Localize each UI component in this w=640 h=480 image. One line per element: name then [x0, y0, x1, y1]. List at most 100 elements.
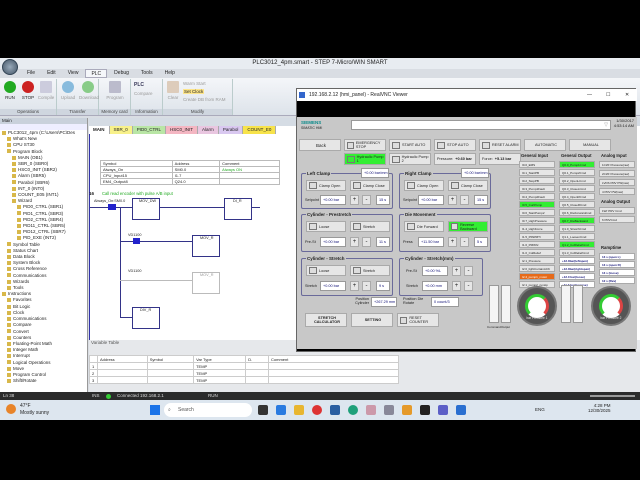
stretch-mm-value[interactable]: +0.00 %L	[422, 266, 448, 276]
left_clamp-time[interactable]: 15 s	[376, 195, 390, 205]
left_clamp-button-a[interactable]: Clamp Open	[306, 180, 346, 191]
mov-dw-box[interactable]: MOV_DW	[132, 198, 160, 220]
plus-button[interactable]: +	[448, 195, 457, 205]
run-button[interactable]: RUN	[1, 81, 19, 100]
stretch-button-b[interactable]: Stretch	[350, 265, 390, 276]
minus-button[interactable]: -	[464, 281, 473, 291]
bar-setpoint-field[interactable]: +12.0bar(rightopen)	[559, 265, 595, 272]
menu-debug[interactable]: Debug	[109, 69, 134, 78]
menu-plc[interactable]: PLC	[85, 69, 108, 78]
store-icon[interactable]	[330, 405, 340, 415]
plus-button[interactable]: +	[350, 281, 359, 291]
task-view-icon[interactable]	[258, 405, 268, 415]
contact-vd1100[interactable]	[133, 238, 140, 244]
app-icon[interactable]	[384, 405, 394, 415]
language-indicator[interactable]: ENG	[535, 407, 545, 412]
edge-icon[interactable]	[348, 405, 358, 415]
right_clamp-button-b[interactable]: Clamp Close	[448, 180, 488, 191]
warm-start-button[interactable]: Warm Start	[183, 81, 206, 86]
right_clamp-value[interactable]: +0.00 bar	[418, 195, 444, 205]
prestretch-time[interactable]: 11 s	[376, 237, 390, 247]
clock[interactable]: 4:28 PM 12/30/2025	[588, 403, 611, 413]
tab-main[interactable]: MAIN	[89, 126, 110, 134]
die-button-a[interactable]: Die Forward	[404, 221, 444, 232]
stretch-calculator-button[interactable]: STRETCH CALCULATOR	[305, 313, 347, 327]
set-clock-button[interactable]: Set Clock	[183, 89, 205, 94]
tree-item[interactable]: Shift/Rotate	[0, 378, 87, 384]
teams-icon[interactable]	[438, 405, 448, 415]
app-menu-button[interactable]	[2, 59, 18, 75]
plus-button[interactable]: +	[452, 266, 461, 276]
table-row[interactable]: 3 TEMP	[89, 376, 399, 384]
minus-button[interactable]: -	[460, 195, 469, 205]
start-icon[interactable]	[150, 405, 160, 415]
compile-button[interactable]: Compile	[37, 81, 55, 100]
stretch-value[interactable]: +0.00 bar	[320, 281, 346, 291]
menu-view[interactable]: View	[63, 69, 84, 78]
setting-button[interactable]: SETTING	[351, 313, 393, 327]
program-button[interactable]: Program	[106, 81, 124, 100]
stretch-button-a[interactable]: Loose	[306, 265, 346, 276]
stop-button[interactable]: STOP	[19, 81, 37, 100]
clear-button[interactable]: Clear	[164, 81, 182, 100]
prestretch-value[interactable]: +0.00 bar	[320, 237, 346, 247]
stop-auto-button[interactable]: STOP AUTO	[434, 139, 476, 151]
cell[interactable]: TEMP	[193, 362, 247, 370]
left_clamp-value[interactable]: +0.00 bar	[320, 195, 346, 205]
prestretch-button-a[interactable]: Loose	[306, 221, 346, 232]
chrome-icon[interactable]	[312, 405, 322, 415]
cell[interactable]: TEMP	[193, 369, 247, 377]
ramptime-field[interactable]: 13 s (loose)	[599, 269, 635, 276]
temperature[interactable]: 47°F	[20, 403, 31, 409]
right_clamp-time[interactable]: 15 s	[474, 195, 488, 205]
table-row[interactable]: 1 TEMP	[89, 362, 399, 370]
ramptime-field[interactable]: 12 s (Rev)	[599, 277, 635, 284]
left_clamp-button-b[interactable]: Clamp Close	[350, 180, 390, 191]
menu-file[interactable]: File	[22, 69, 40, 78]
div-r-box[interactable]: DIV_R	[132, 307, 160, 329]
plus-button[interactable]: +	[350, 195, 359, 205]
plc-info-button[interactable]: PLC	[134, 82, 144, 88]
di-r-box[interactable]: DI_R	[224, 198, 252, 220]
tab-hsc0-init[interactable]: HSC0_INIT	[166, 126, 199, 134]
ramptime-field[interactable]: 13 s (open L)	[599, 253, 635, 260]
hydraulic-pump-1-button[interactable]: Hydraulic Pump 1	[344, 153, 386, 165]
plus-button[interactable]: +	[448, 237, 457, 247]
die-time[interactable]: 5 s	[474, 237, 488, 247]
minus-button[interactable]: -	[460, 237, 469, 247]
minus-button[interactable]: -	[362, 281, 371, 291]
app-icon[interactable]	[420, 405, 430, 415]
zoom-slider[interactable]	[590, 395, 635, 397]
reset-counter-button[interactable]: RESET COUNTER	[397, 313, 439, 327]
plus-button[interactable]: +	[452, 281, 461, 291]
minimize-button[interactable]: —	[587, 89, 592, 101]
search-box[interactable]: ⌕ Search	[164, 403, 252, 417]
tab-sbr-0[interactable]: SBR_0	[109, 126, 133, 134]
close-button[interactable]: ✕	[625, 89, 629, 101]
stretch-time[interactable]: 9 s	[376, 281, 390, 291]
reset-alarm-button[interactable]: RESET ALARM	[479, 139, 521, 151]
hydraulic-pump-2-button[interactable]: Hydraulic Pump 2	[389, 153, 431, 165]
alarm-dropdown[interactable]: ▽	[351, 120, 611, 130]
minus-button[interactable]: -	[362, 237, 371, 247]
start-auto-button[interactable]: START AUTO	[389, 139, 431, 151]
minus-button[interactable]: -	[362, 195, 371, 205]
stretch-mm-value[interactable]: +0.00 mm	[422, 281, 448, 291]
file-explorer-icon[interactable]	[294, 405, 304, 415]
minus-button[interactable]: -	[464, 266, 473, 276]
maximize-button[interactable]: ☐	[606, 89, 610, 101]
contact-always-on[interactable]	[108, 204, 116, 210]
menu-tools[interactable]: Tools	[136, 69, 158, 78]
tab-alarm[interactable]: Alarm	[198, 126, 219, 134]
manual-button[interactable]: MANUAL	[569, 139, 611, 151]
right_clamp-button-a[interactable]: Clamp Open	[404, 180, 444, 191]
table-row[interactable]: 2 TEMP	[89, 369, 399, 377]
bar-setpoint-field[interactable]: +12.0bar(leftopen)	[559, 257, 595, 264]
die-button-b[interactable]: Reverse Backward	[448, 221, 488, 232]
mov-r-box[interactable]: MOV_R	[192, 235, 220, 257]
tab-count-e0[interactable]: COUNT_E0	[243, 126, 277, 134]
bar-setpoint-field[interactable]: +12.0 bar(loose)	[559, 273, 595, 280]
download-button[interactable]: Download	[79, 81, 99, 100]
cell[interactable]: TEMP	[193, 376, 247, 384]
emergency-stop-button[interactable]: EMERGENCY STOP	[344, 139, 386, 151]
